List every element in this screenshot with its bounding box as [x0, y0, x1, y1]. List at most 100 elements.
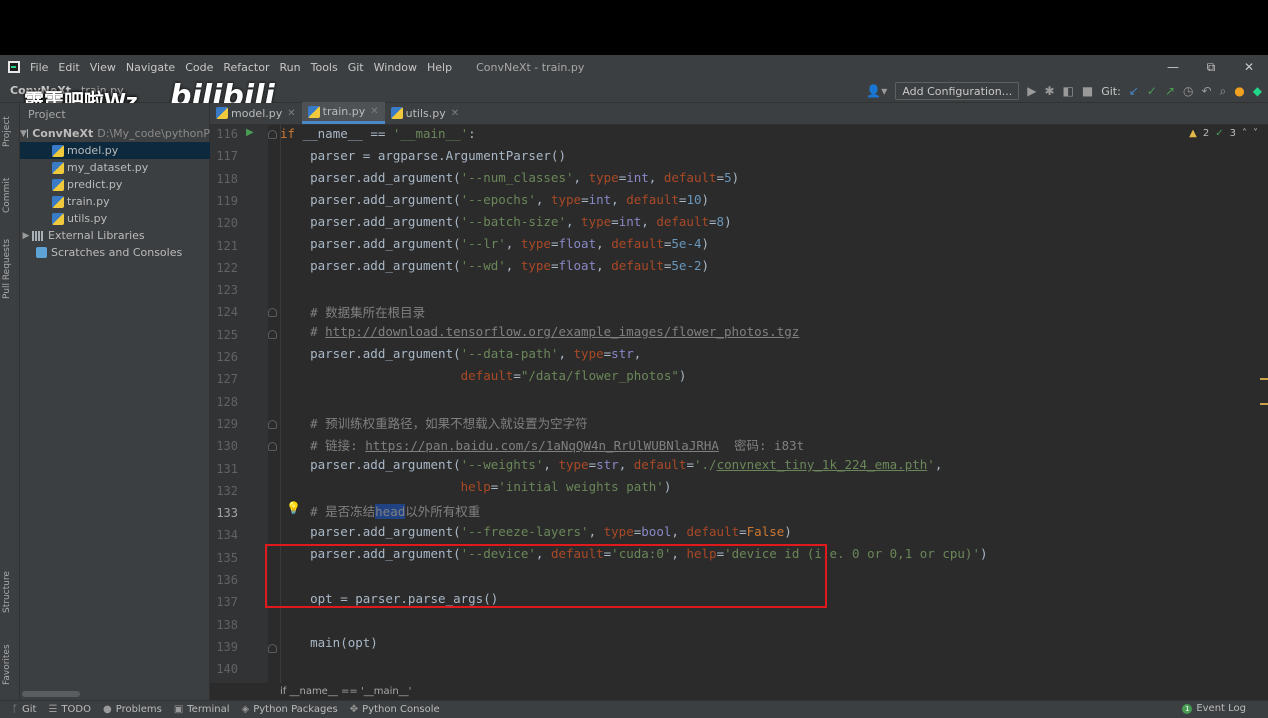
chevron-up-icon[interactable]: ˄ [1242, 128, 1247, 139]
param-name: default [611, 258, 664, 273]
arg-default: 5e-4 [671, 236, 702, 251]
fold-icon[interactable] [268, 644, 277, 653]
search-icon[interactable]: ⌕ [1220, 84, 1227, 99]
menu-tools[interactable]: Tools [311, 61, 338, 74]
history-icon[interactable]: ◷ [1183, 84, 1193, 98]
close-tab-icon[interactable]: ✕ [287, 108, 295, 119]
comment: 密码: i83t [718, 438, 805, 453]
line-number: 126 [216, 350, 238, 364]
tab-favorites[interactable]: Favorites [2, 644, 12, 685]
tool-python-console[interactable]: ✥ Python Console [350, 704, 440, 715]
update-icon[interactable]: ● [1234, 84, 1244, 98]
project-horizontal-scrollbar[interactable] [22, 691, 80, 697]
debug-icon[interactable]: ✱ [1044, 84, 1054, 98]
close-button[interactable]: ✕ [1230, 55, 1268, 79]
fold-icon[interactable] [268, 442, 277, 451]
python-file-icon [52, 161, 64, 174]
fold-icon[interactable] [268, 130, 277, 139]
git-commit-icon[interactable]: ✓ [1147, 84, 1157, 98]
tree-file-train[interactable]: train.py [20, 193, 210, 210]
arg-default: './ [693, 457, 717, 472]
fold-icon[interactable] [268, 420, 277, 429]
error-stripe-mark[interactable] [1260, 403, 1268, 405]
tree-external-libraries[interactable]: ▶ External Libraries [20, 227, 210, 244]
tool-problems[interactable]: ● Problems [103, 704, 162, 715]
comment-link[interactable]: http://download.tensorflow.org/example_i… [325, 324, 799, 339]
tree-file-model[interactable]: model.py [20, 142, 210, 159]
minimize-button[interactable]: — [1154, 55, 1192, 79]
tool-python-packages[interactable]: ◈ Python Packages [242, 704, 338, 715]
run-gutter-icon[interactable]: ▶ [246, 127, 254, 138]
maximize-button[interactable]: ⧉ [1192, 55, 1230, 79]
menu-window[interactable]: Window [374, 61, 417, 74]
rollback-icon[interactable]: ↶ [1201, 84, 1211, 98]
breadcrumb-label[interactable]: if __name__ == '__main__' [280, 686, 411, 697]
comment-link[interactable]: https://pan.baidu.com/s/1aNqQW4n_RrUlWUB… [365, 438, 719, 453]
arg-default: 10 [686, 192, 702, 207]
window-title: ConvNeXt - train.py [476, 60, 585, 74]
menu-view[interactable]: View [90, 61, 116, 74]
code-line-130: # 链接: https://pan.baidu.com/s/1aNqQW4n_R… [280, 435, 804, 454]
tree-file-predict[interactable]: predict.py [20, 176, 210, 193]
stop-icon[interactable]: ■ [1082, 84, 1093, 98]
user-icon[interactable]: 👤▾ [866, 84, 887, 98]
menu-run[interactable]: Run [280, 61, 301, 74]
tree-file-utils[interactable]: utils.py [20, 210, 210, 227]
tree-root[interactable]: ▼ ConvNeXt D:\My_code\pythonP [20, 125, 210, 142]
tab-commit[interactable]: Commit [2, 178, 12, 213]
chevron-down-icon[interactable]: ▼ [20, 129, 27, 139]
project-header-label[interactable]: Project [28, 108, 66, 121]
menu-help[interactable]: Help [427, 61, 452, 74]
tool-todo[interactable]: ☰ TODO [48, 704, 91, 715]
chevron-right-icon[interactable]: ▶ [20, 231, 32, 241]
tab-structure[interactable]: Structure [2, 571, 12, 613]
menu-edit[interactable]: Edit [58, 61, 79, 74]
run-icon[interactable]: ▶ [1027, 84, 1036, 98]
menu-git[interactable]: Git [348, 61, 364, 74]
param-name: default [460, 368, 514, 383]
menu-file[interactable]: File [30, 61, 48, 74]
fold-icon[interactable] [268, 308, 277, 317]
git-push-icon[interactable]: ↗ [1165, 84, 1175, 98]
code-line-120: parser.add_argument('--batch-size', type… [280, 214, 732, 229]
param-name: default [633, 457, 687, 472]
menu-code[interactable]: Code [185, 61, 213, 74]
left-tool-strip: Project Commit Pull Requests Structure F… [0, 103, 20, 700]
code-editor[interactable]: 116 117 118 119 120 121 122 123 124 125 126 127 128 1… [210, 125, 1268, 700]
add-configuration-button[interactable]: Add Configuration... [895, 82, 1020, 100]
tree-file-my-dataset[interactable]: my_dataset.py [20, 159, 210, 176]
tab-pull-requests[interactable]: Pull Requests [2, 239, 12, 299]
event-log-button[interactable]: 1 Event Log [1182, 703, 1246, 714]
tab-project[interactable]: Project [2, 116, 12, 147]
tool-git[interactable]: ᚴ Git [12, 704, 36, 715]
coverage-icon[interactable]: ◧ [1063, 84, 1074, 98]
tool-label: Python Console [362, 704, 440, 715]
git-update-icon[interactable]: ↙ [1129, 84, 1139, 98]
tab-model-py[interactable]: model.py ✕ [210, 102, 302, 124]
menu-refactor[interactable]: Refactor [223, 61, 269, 74]
menu-bar: File Edit View Navigate Code Refactor Ru… [0, 55, 1268, 79]
git-branch-icon: ᚴ [12, 704, 18, 715]
arg-type: int [626, 170, 649, 185]
editor-breadcrumb: if __name__ == '__main__' [210, 683, 1260, 700]
menu-navigate[interactable]: Navigate [126, 61, 175, 74]
error-stripe-mark[interactable] [1260, 378, 1268, 380]
code-line-126: parser.add_argument('--data-path', type=… [280, 346, 642, 361]
file-label: predict.py [67, 178, 123, 191]
warning-icon: ▲ [1189, 128, 1197, 139]
python-file-icon [307, 105, 320, 118]
tool-terminal[interactable]: ▣ Terminal [174, 704, 230, 715]
arg-flag: '--wd' [460, 258, 506, 273]
code-line-121: parser.add_argument('--lr', type=float, … [280, 236, 710, 251]
inspection-widget[interactable]: ▲ 2 ✓ 3 ˄ ˅ [1189, 128, 1258, 139]
python-file-icon [216, 107, 228, 119]
tree-scratches[interactable]: Scratches and Consoles [20, 244, 210, 261]
chevron-down-icon[interactable]: ˅ [1253, 128, 1258, 139]
fold-icon[interactable] [268, 330, 277, 339]
tab-utils-py[interactable]: utils.py ✕ [385, 102, 466, 124]
tab-train-py[interactable]: train.py ✕ [301, 102, 385, 124]
code-line-127: default="/data/flower_photos") [460, 368, 687, 383]
close-tab-icon[interactable]: ✕ [370, 106, 378, 117]
plugin-icon[interactable]: ◆ [1253, 84, 1262, 98]
close-tab-icon[interactable]: ✕ [451, 108, 459, 119]
